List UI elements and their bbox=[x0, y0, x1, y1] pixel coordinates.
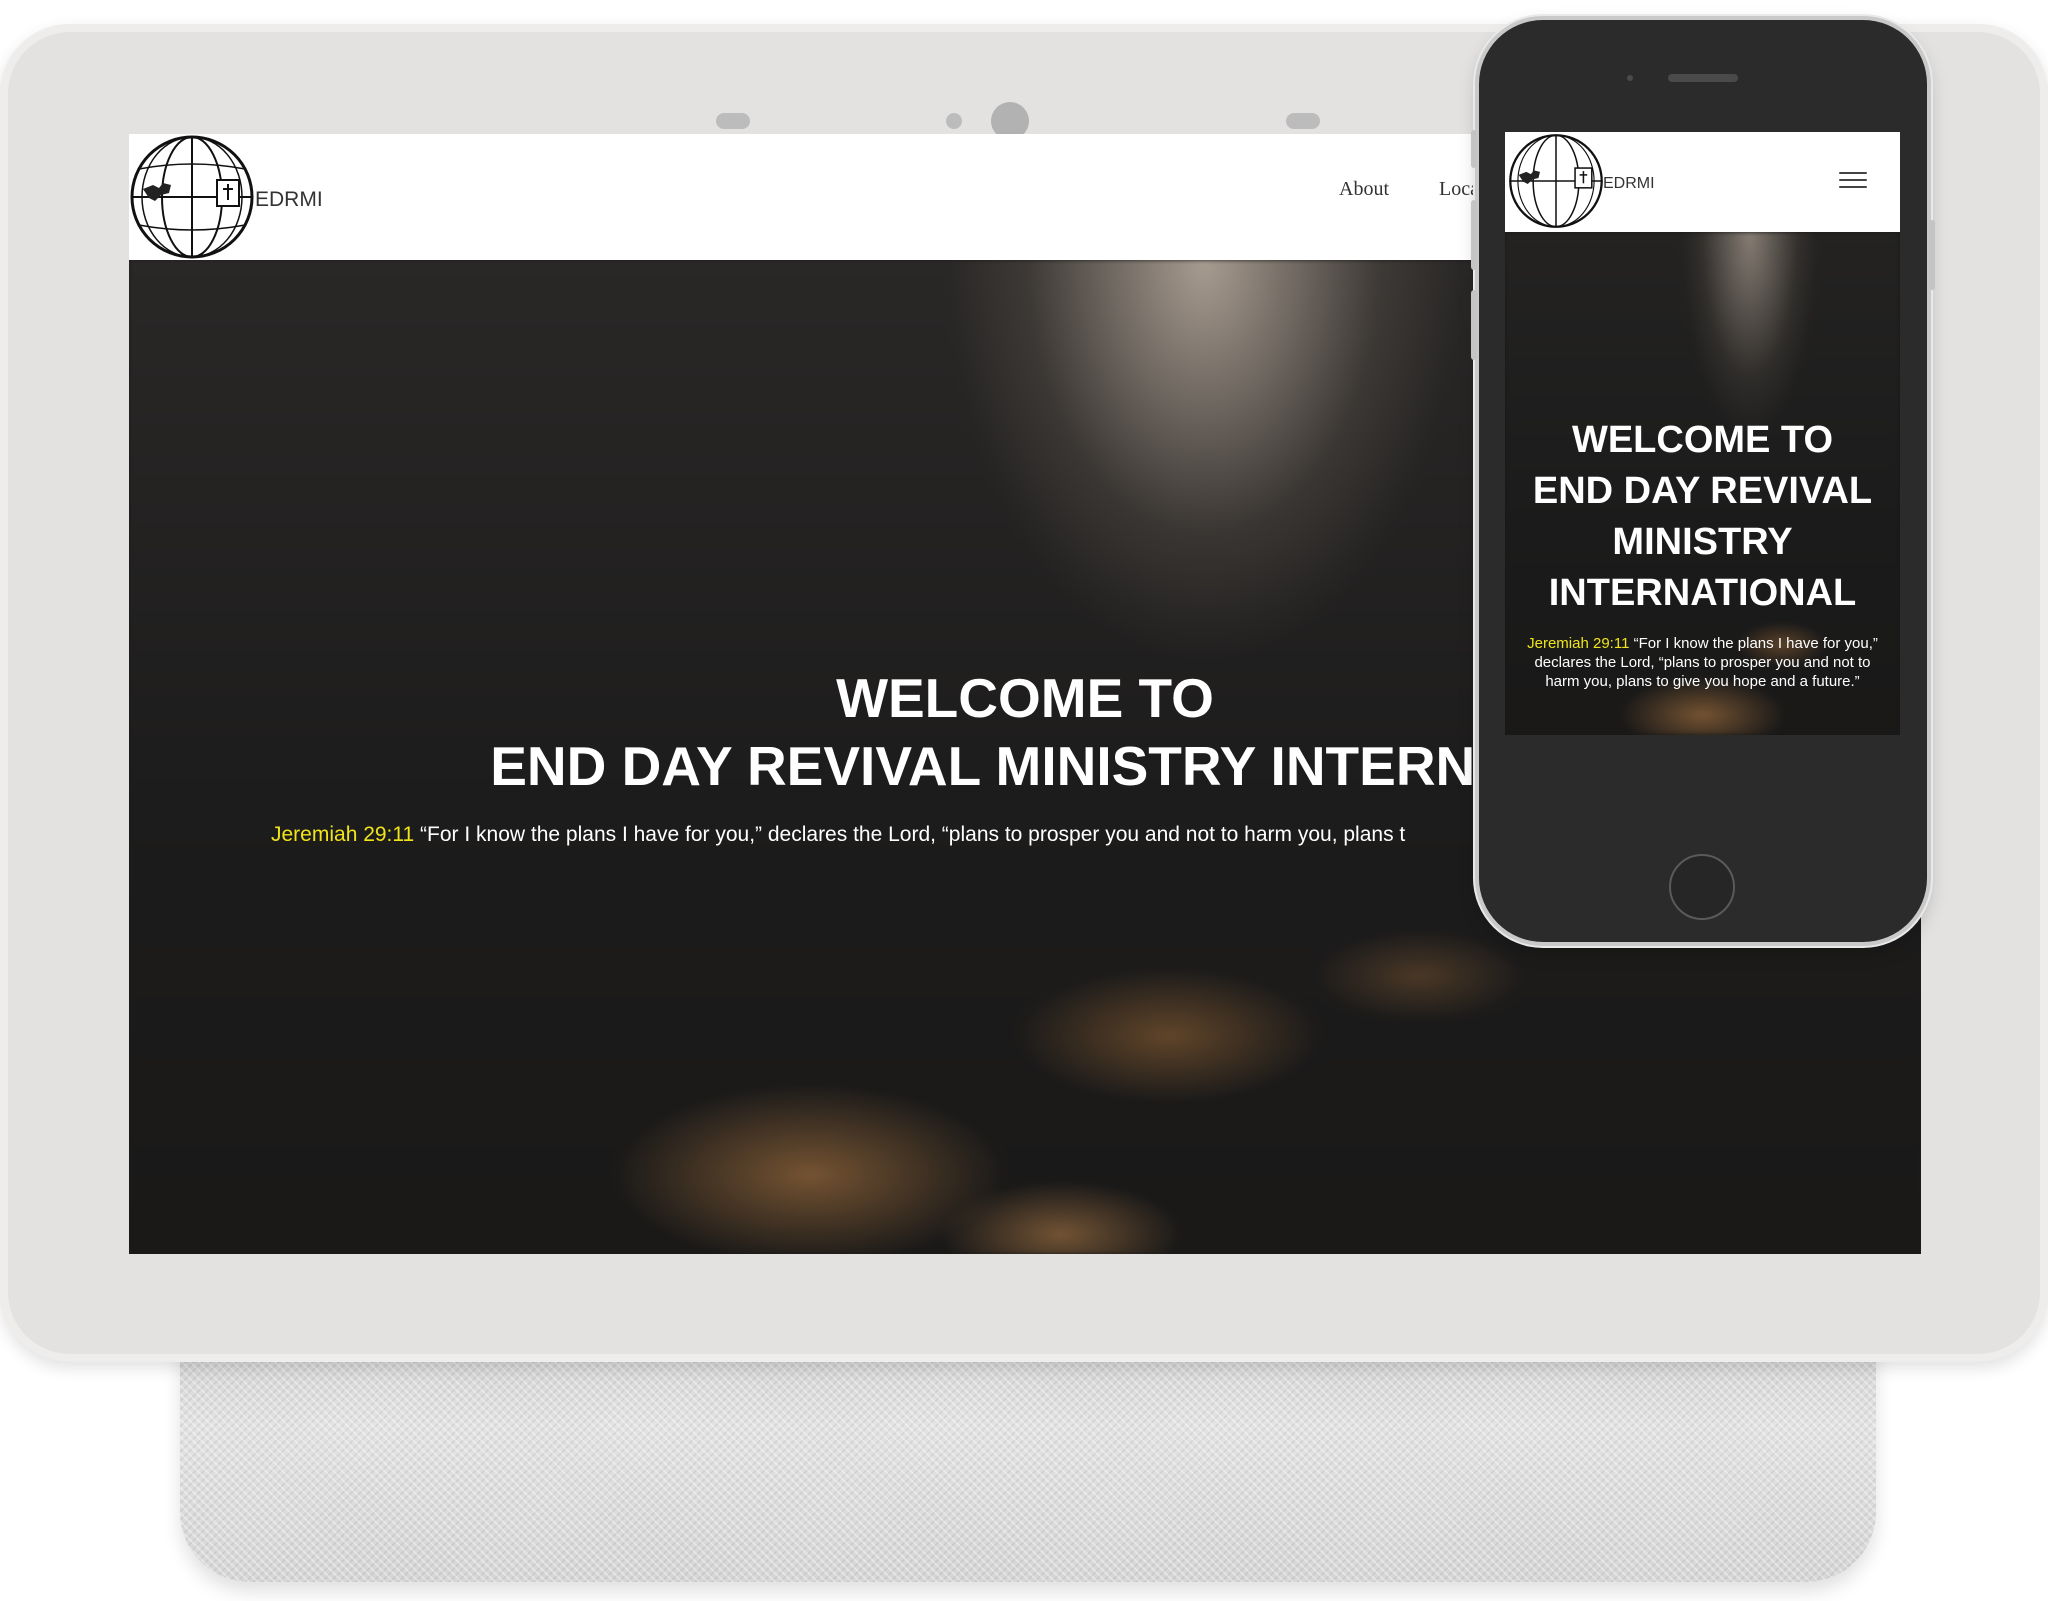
verse-reference: Jeremiah 29:11 bbox=[271, 823, 415, 846]
phone-camera-icon bbox=[1627, 75, 1633, 81]
phone-volume-down bbox=[1471, 290, 1477, 360]
sensor-left bbox=[716, 113, 750, 129]
phone-screen: EDRMI WELCOME TO END DAY REVIVAL MINISTR… bbox=[1505, 132, 1900, 735]
phone-verse-text-3: harm you, plans to give you hope and a f… bbox=[1545, 673, 1860, 690]
phone-power-button bbox=[1929, 220, 1935, 290]
phone-hero-line3: MINISTRY bbox=[1612, 521, 1793, 563]
sensor-dot bbox=[946, 113, 962, 129]
nav-about-link[interactable]: About bbox=[1339, 178, 1389, 201]
mockup-stage: EDRMI About Loca WELCOME TO END DAY REVI… bbox=[0, 0, 2048, 1601]
nav-location-link[interactable]: Loca bbox=[1439, 178, 1479, 201]
phone-verse-text-2: declares the Lord, “plans to prosper you… bbox=[1534, 654, 1871, 671]
phone-navbar: EDRMI bbox=[1505, 132, 1900, 232]
phone-home-button[interactable] bbox=[1669, 854, 1735, 920]
phone-hero-line2: END DAY REVIVAL bbox=[1532, 470, 1873, 512]
brand-name[interactable]: EDRMI bbox=[255, 188, 323, 212]
hamburger-bar bbox=[1839, 172, 1867, 174]
phone-globe-logo-icon[interactable] bbox=[1508, 133, 1604, 229]
phone-brand-name[interactable]: EDRMI bbox=[1603, 175, 1655, 193]
phone-hero-verse: Jeremiah 29:11 “For I know the plans I h… bbox=[1505, 634, 1900, 691]
globe-logo-icon[interactable] bbox=[129, 134, 255, 260]
sensor-right bbox=[1286, 113, 1320, 129]
phone-hero-line1: WELCOME TO bbox=[1571, 419, 1834, 461]
phone-volume-up bbox=[1471, 200, 1477, 270]
phone-frame: EDRMI WELCOME TO END DAY REVIVAL MINISTR… bbox=[1471, 20, 1935, 942]
hamburger-bar bbox=[1839, 186, 1867, 188]
phone-mute-switch bbox=[1471, 130, 1477, 168]
phone-verse-reference: Jeremiah 29:11 bbox=[1527, 635, 1630, 652]
phone-hero-line4: INTERNATIONAL bbox=[1548, 572, 1857, 614]
phone-verse-line1: Jeremiah 29:11 “For I know the plans I h… bbox=[1505, 634, 1900, 653]
phone-speaker bbox=[1668, 74, 1738, 82]
hamburger-bar bbox=[1839, 179, 1867, 181]
hamburger-menu-icon[interactable] bbox=[1839, 172, 1867, 192]
phone-verse-text-1: “For I know the plans I have for you,” bbox=[1629, 635, 1878, 652]
phone-hero-title: WELCOME TO END DAY REVIVAL MINISTRY INTE… bbox=[1505, 415, 1900, 619]
verse-text: “For I know the plans I have for you,” d… bbox=[414, 823, 1406, 846]
